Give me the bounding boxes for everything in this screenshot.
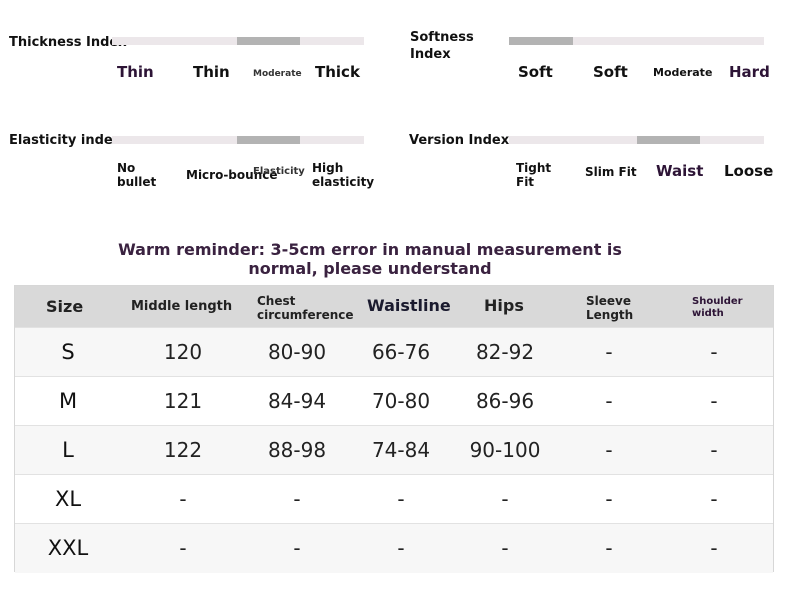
version-option-2: Slim Fit: [585, 165, 637, 179]
cell-size: XL: [54, 487, 82, 511]
cell-waistline: 66-76: [371, 340, 431, 364]
header-waistline: Waistline: [367, 296, 451, 315]
softness-index-label: Softness Index: [410, 30, 474, 62]
cell-sleeve-length: -: [605, 389, 613, 413]
table-row: XXL - - - - - -: [15, 523, 773, 573]
version-index-bar-fill: [637, 136, 700, 144]
elasticity-option-1: No bullet: [117, 161, 157, 189]
thickness-option-4: Thick: [315, 63, 360, 81]
cell-middle-length: 122: [163, 438, 203, 462]
table-row: S 120 80-90 66-76 82-92 - -: [15, 327, 773, 377]
cell-sleeve-length: -: [605, 536, 613, 560]
cell-hips: 86-96: [475, 389, 535, 413]
cell-waistline: -: [397, 536, 405, 560]
cell-hips: 82-92: [475, 340, 535, 364]
cell-hips: -: [501, 487, 509, 511]
version-option-1: Tight Fit: [516, 161, 552, 189]
cell-sleeve-length: -: [605, 487, 613, 511]
cell-middle-length: -: [179, 487, 187, 511]
softness-option-1: Soft: [518, 63, 553, 81]
cell-chest: 88-98: [267, 438, 327, 462]
cell-shoulder-width: -: [710, 438, 718, 462]
softness-option-3: Moderate: [653, 66, 713, 79]
softness-index-bar: [509, 37, 764, 45]
cell-size: L: [62, 438, 74, 462]
elasticity-option-3: Elasticity: [253, 166, 305, 177]
cell-shoulder-width: -: [710, 536, 718, 560]
thickness-option-1: Thin: [117, 63, 154, 81]
cell-waistline: -: [397, 487, 405, 511]
version-index-bar: [509, 136, 764, 144]
header-chest-circumference: Chest circumference: [257, 294, 354, 322]
version-option-3: Waist: [656, 162, 704, 180]
version-option-4: Loose: [724, 162, 774, 180]
thickness-index-label: Thickness Index: [9, 35, 127, 50]
thickness-option-3: Moderate: [253, 69, 302, 79]
size-table: Size Middle length Chest circumference W…: [14, 285, 774, 573]
cell-waistline: 70-80: [371, 389, 431, 413]
cell-middle-length: 121: [163, 389, 203, 413]
cell-chest: -: [293, 487, 301, 511]
cell-shoulder-width: -: [710, 389, 718, 413]
softness-index-bar-fill: [509, 37, 573, 45]
cell-shoulder-width: -: [710, 340, 718, 364]
thickness-index-bar-fill: [237, 37, 300, 45]
cell-chest: 80-90: [267, 340, 327, 364]
size-table-header: Size Middle length Chest circumference W…: [15, 286, 773, 327]
header-hips: Hips: [484, 296, 524, 315]
cell-size: S: [61, 340, 75, 364]
cell-waistline: 74-84: [371, 438, 431, 462]
elasticity-index-bar: [112, 136, 364, 144]
table-row: M 121 84-94 70-80 86-96 - -: [15, 376, 773, 426]
softness-option-2: Soft: [593, 63, 628, 81]
version-index-label: Version Index: [409, 133, 510, 148]
cell-sleeve-length: -: [605, 340, 613, 364]
header-shoulder-width: Shoulder width: [692, 296, 743, 319]
cell-size: M: [58, 389, 78, 413]
cell-chest: -: [293, 536, 301, 560]
header-size: Size: [46, 297, 84, 316]
elasticity-option-4: High elasticity: [312, 161, 375, 189]
table-row: L 122 88-98 74-84 90-100 - -: [15, 425, 773, 475]
cell-shoulder-width: -: [710, 487, 718, 511]
header-sleeve-length: Sleeve Length: [586, 294, 634, 322]
cell-size: XXL: [47, 536, 89, 560]
cell-hips: -: [501, 536, 509, 560]
cell-middle-length: 120: [163, 340, 203, 364]
cell-chest: 84-94: [267, 389, 327, 413]
thickness-index-bar: [112, 37, 364, 45]
measurement-reminder: Warm reminder: 3-5cm error in manual mea…: [118, 240, 622, 278]
elasticity-index-label: Elasticity index: [9, 133, 122, 148]
elasticity-index-bar-fill: [237, 136, 300, 144]
cell-sleeve-length: -: [605, 438, 613, 462]
thickness-option-2: Thin: [193, 63, 230, 81]
table-row: XL - - - - - -: [15, 474, 773, 524]
cell-hips: 90-100: [469, 438, 541, 462]
cell-middle-length: -: [179, 536, 187, 560]
header-middle-length: Middle length: [131, 299, 233, 314]
softness-option-4: Hard: [729, 63, 770, 81]
